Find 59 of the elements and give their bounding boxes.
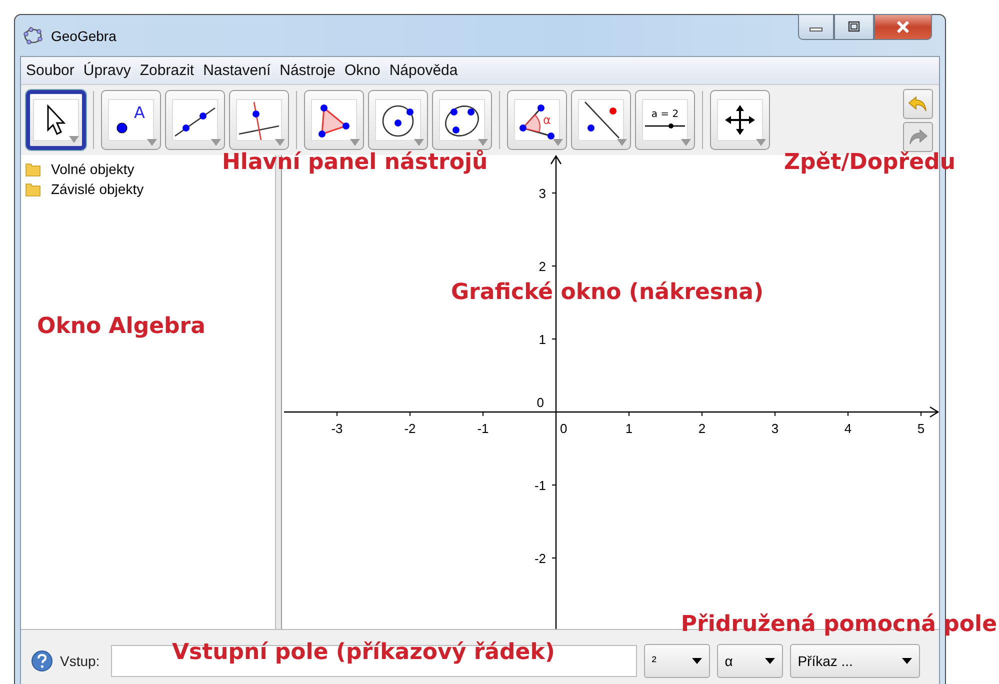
axis-label: 2 [539, 259, 546, 274]
window-title: GeoGebra [51, 28, 116, 44]
move-view-tool-button[interactable] [710, 90, 770, 150]
menu-item[interactable]: Nápověda [389, 62, 458, 79]
slider-tool-button[interactable]: a = 2 [635, 90, 695, 150]
help-icon[interactable] [31, 650, 53, 672]
caret-icon [764, 658, 775, 664]
redo-arrow-icon [908, 128, 928, 146]
undo-button[interactable] [903, 89, 933, 119]
axis-label: 4 [844, 421, 852, 436]
axis-label: 5 [918, 421, 926, 436]
annotation-label: Okno Algebra [37, 314, 206, 339]
annotation-label: Vstupní pole (příkazový řádek) [172, 640, 555, 665]
perpendicular-tool-button[interactable] [229, 90, 289, 150]
dropdown[interactable]: α [716, 644, 783, 678]
menu-item[interactable]: Nástroje [280, 62, 336, 79]
annotation-label: Hlavní panel nástrojů [222, 150, 488, 175]
close-button[interactable] [874, 14, 932, 40]
folder-icon [25, 181, 41, 197]
axis-label: 0 [537, 395, 544, 410]
menu-item[interactable]: Zobrazit [140, 62, 194, 79]
axis-label: -1 [534, 478, 546, 493]
axis-label: 1 [626, 421, 634, 436]
folder-label[interactable]: Závislé objekty [51, 181, 144, 197]
menu-item[interactable]: Nastavení [203, 62, 271, 79]
menu-item[interactable]: Okno [344, 62, 380, 79]
axis-label: -2 [404, 421, 416, 436]
app-logo-icon [23, 26, 43, 44]
move-tool-button[interactable] [26, 90, 86, 150]
axis-label: 3 [772, 421, 780, 436]
axis-label: -3 [332, 421, 344, 436]
polygon-tool-button[interactable] [304, 90, 364, 150]
menu-item[interactable]: Soubor [26, 62, 74, 79]
maximize-button[interactable] [834, 14, 874, 40]
folder-icon [25, 161, 41, 177]
caret-icon [692, 658, 702, 664]
dropdown[interactable]: ² [644, 644, 710, 678]
folder-label[interactable]: Volné objekty [51, 161, 134, 177]
axis-label: -2 [534, 551, 546, 566]
axis-label: -1 [478, 421, 490, 436]
line-tool-button[interactable] [165, 90, 225, 150]
undo-arrow-icon [908, 95, 928, 113]
axis-label: 0 [560, 421, 568, 436]
circle-tool-button[interactable] [368, 90, 428, 150]
axis-label: 3 [539, 186, 546, 201]
annotation-label: Grafické okno (nákresna) [451, 280, 764, 305]
close-icon [895, 21, 911, 33]
dropdown[interactable]: Příkaz ... [790, 644, 920, 678]
input-label: Vstup: [60, 653, 100, 669]
conic-tool-button[interactable] [432, 90, 492, 150]
axis-label: 1 [539, 332, 546, 347]
menu-item[interactable]: Úpravy [83, 62, 131, 79]
point-tool-button[interactable]: A [101, 90, 161, 150]
maximize-icon [847, 21, 861, 33]
caret-icon [902, 658, 912, 664]
reflect-tool-button[interactable] [571, 90, 631, 150]
minimize-button[interactable] [798, 14, 834, 40]
angle-tool-button[interactable]: α [507, 90, 567, 150]
axis-label: 2 [698, 421, 706, 436]
